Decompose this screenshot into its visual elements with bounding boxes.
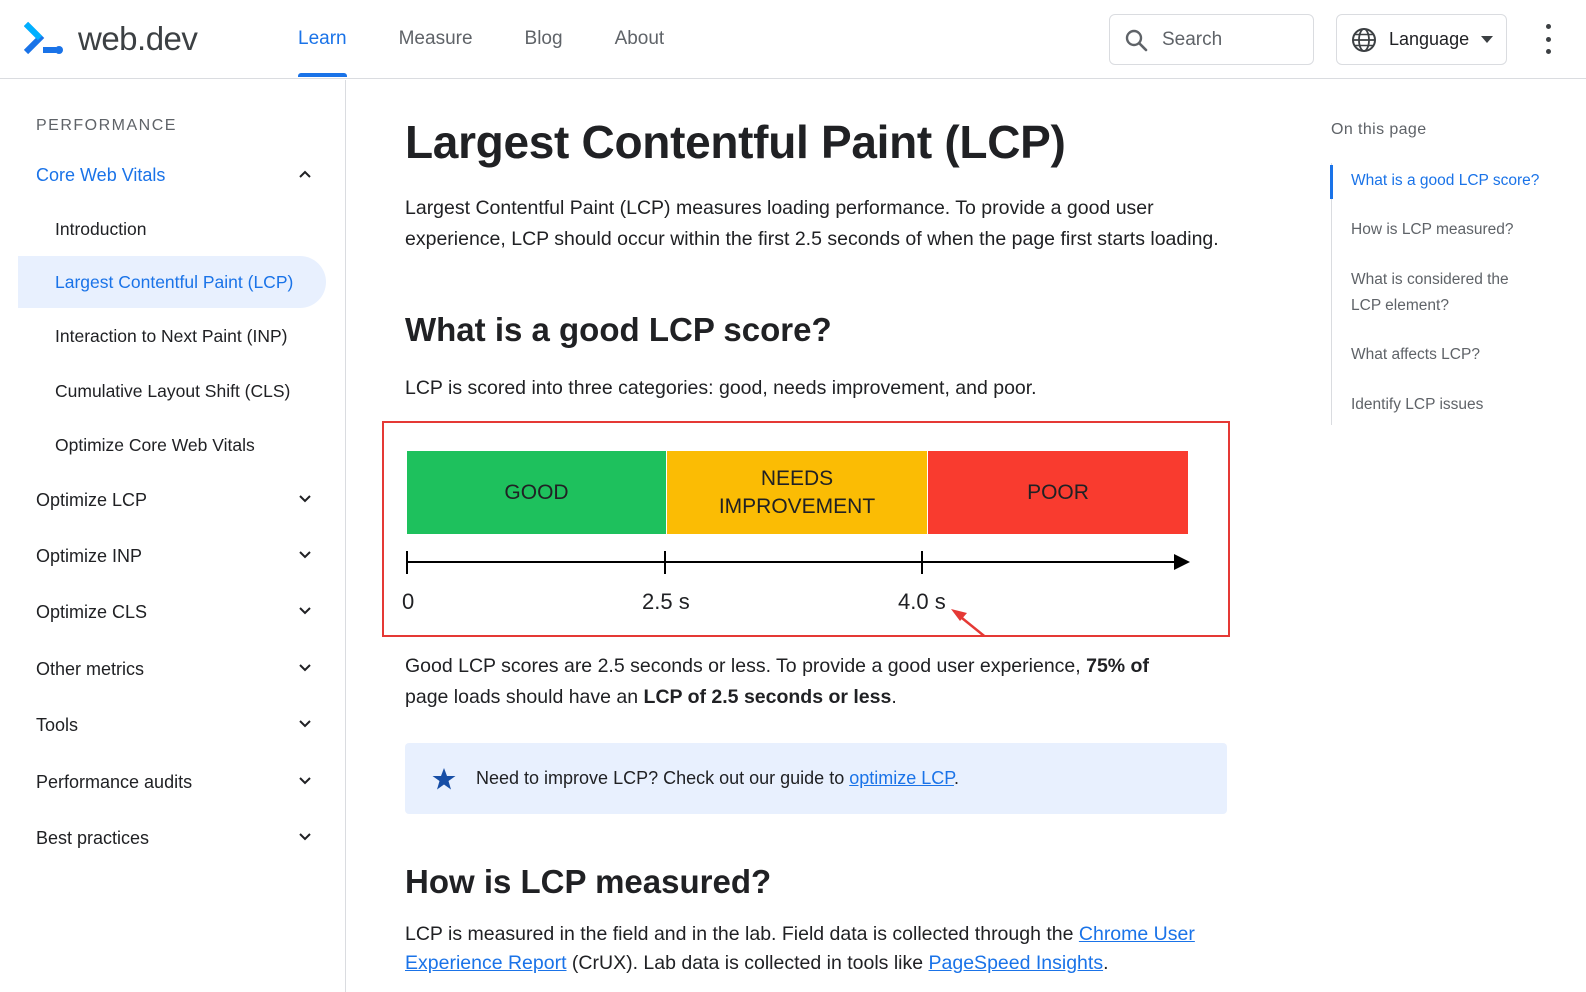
chevron-down-icon [299,664,311,672]
tick-label-0: 0 [402,589,415,614]
sidebar-item-label: Tools [36,714,79,735]
sidebar-item-label: Performance audits [36,771,193,792]
sidebar-item-label: Other metrics [36,658,145,679]
top-app-bar: web.dev Learn Measure Blog About Languag… [0,0,1586,79]
callout-text: Need to improve LCP? Check out our guide… [476,768,959,788]
toc-title: On this page [1331,121,1427,138]
chevron-down-icon [299,833,311,841]
nav-blog[interactable]: Blog [525,0,563,79]
pagespeed-insights-link[interactable]: PageSpeed Insights [929,952,1104,974]
star-icon [432,767,456,789]
search-icon [1125,29,1148,51]
sidebar-item-label: Optimize INP [36,545,143,566]
search-box[interactable] [1109,14,1314,65]
sidebar-item-introduction[interactable]: Introduction [18,203,326,255]
chevron-down-icon [299,551,311,559]
sidebar-item-best-practices[interactable]: Best practices [18,812,326,864]
sidebar-item-label: Best practices [36,827,150,848]
sidebar-item-label: Largest Contentful Paint (LCP) [55,271,294,292]
sidebar-item-other-metrics[interactable]: Other metrics [18,643,326,695]
primary-nav: Learn Measure Blog About [298,0,716,79]
sidebar-item-label: Core Web Vitals [36,164,166,185]
lcp-thresholds-diagram: GOOD NEEDS IMPROVEMENT POOR 0 2.5 s 4.0 s [382,421,1230,637]
sidebar-section-title: PERFORMANCE [36,117,177,134]
tick-label-2-5s: 2.5 s [642,589,690,614]
page-title: Largest Contentful Paint (LCP) [405,116,1066,168]
globe-icon [1352,27,1376,52]
intro-paragraph: Largest Contentful Paint (LCP) measures … [405,197,1219,250]
site-logo[interactable]: web.dev [24,20,198,58]
measured-paragraph: LCP is measured in the field and in the … [405,923,1195,974]
logo-text: web.dev [78,20,198,57]
sidebar-item-inp[interactable]: Interaction to Next Paint (INP) [18,310,326,362]
sidebar-item-label: Introduction [55,218,147,239]
chevron-up-icon [299,170,311,178]
toc-active-indicator [1330,165,1333,199]
sidebar-item-optimize-lcp[interactable]: Optimize LCP [18,474,326,526]
optimize-lcp-link[interactable]: optimize LCP [849,768,954,788]
categories-paragraph: LCP is scored into three categories: goo… [405,377,1037,399]
chevron-down-icon [299,607,311,615]
toc-item-identify-issues[interactable]: Identify LCP issues [1351,392,1566,418]
toc-item-affects[interactable]: What affects LCP? [1351,342,1566,368]
sidebar-item-label: Optimize Core Web Vitals [55,434,255,455]
sidebar-item-label: Cumulative Layout Shift (CLS) [55,380,291,401]
tip-callout: Need to improve LCP? Check out our guide… [405,743,1227,814]
sidebar-item-optimize-inp[interactable]: Optimize INP [18,530,326,582]
toc-item-lcp-element[interactable]: What is considered the LCP element? [1351,267,1566,319]
sidebar-item-label: Interaction to Next Paint (INP) [55,325,288,346]
sidebar-item-tools[interactable]: Tools [18,699,326,751]
sidebar-item-optimize-cwv[interactable]: Optimize Core Web Vitals [18,419,326,471]
section-heading-good-score: What is a good LCP score? [405,311,832,348]
sidebar-item-label: Optimize LCP [36,489,148,510]
sidebar-item-label: Optimize CLS [36,601,148,622]
sidebar-item-lcp[interactable]: Largest Contentful Paint (LCP) [18,256,326,308]
sidebar-item-performance-audits[interactable]: Performance audits [18,756,326,808]
good-score-paragraph: Good LCP scores are 2.5 seconds or less.… [405,655,1149,708]
sidebar-item-core-web-vitals[interactable]: Core Web Vitals [18,149,326,201]
more-vert-icon[interactable] [1543,24,1553,54]
nav-about[interactable]: About [615,0,665,79]
search-input[interactable] [1162,28,1302,51]
language-selector[interactable]: Language [1336,14,1507,65]
section-heading-measured: How is LCP measured? [405,863,772,900]
sidebar-item-optimize-cls[interactable]: Optimize CLS [18,586,326,638]
chevron-down-icon [299,777,311,785]
language-label: Language [1389,29,1470,49]
nav-measure[interactable]: Measure [399,0,473,79]
toc-item-measured[interactable]: How is LCP measured? [1351,217,1566,243]
toc-item-good-score[interactable]: What is a good LCP score? [1351,168,1566,194]
chevron-down-icon [299,720,311,728]
web-dev-logo-icon [24,21,63,55]
sidebar-item-cls[interactable]: Cumulative Layout Shift (CLS) [18,365,326,417]
timeline-axis [406,551,1190,635]
chevron-down-icon [299,495,311,503]
table-of-contents: What is a good LCP score? How is LCP mea… [1330,163,1571,425]
nav-learn[interactable]: Learn [298,0,347,79]
tick-label-4-0s: 4.0 s [898,589,946,614]
caret-down-icon [1481,36,1494,43]
left-sidebar: PERFORMANCE Core Web Vitals Introduction… [0,80,346,992]
